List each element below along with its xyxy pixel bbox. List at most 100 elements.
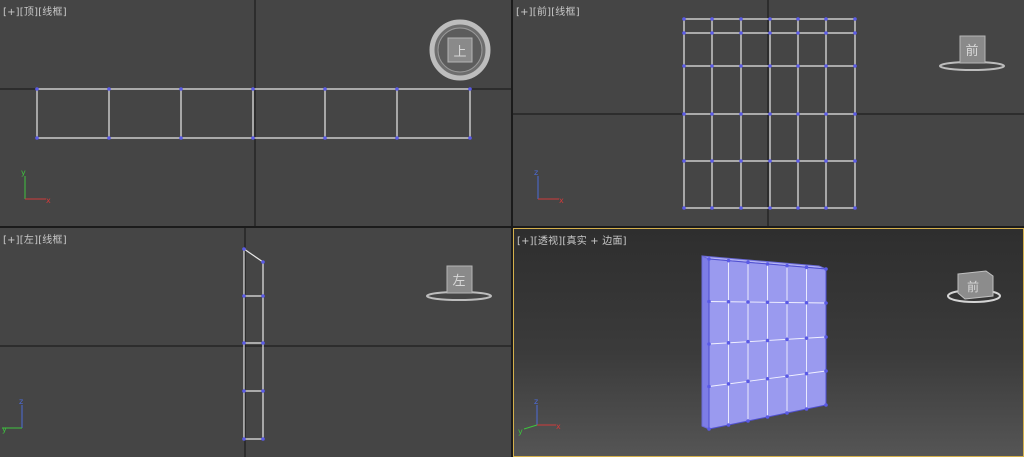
mesh-vertex: [726, 382, 731, 386]
mesh-vertex: [824, 31, 828, 35]
mesh-vertex: [707, 427, 711, 431]
viewport-label: [+][顶][线框]: [3, 3, 67, 18]
mesh-vertex: [261, 437, 265, 441]
mesh-vertex: [785, 337, 789, 342]
mesh-vertex: [765, 376, 770, 381]
mesh-vertex: [682, 159, 686, 163]
mesh-vertex: [323, 136, 327, 140]
axis-x-label: x: [556, 422, 561, 431]
mesh-vertex: [746, 419, 750, 423]
wire-mesh[interactable]: [242, 247, 265, 441]
viewport-shading-menu[interactable]: [线框]: [551, 7, 580, 18]
mesh-vertex: [824, 403, 828, 407]
viewport-shading-menu[interactable]: [线框]: [38, 7, 67, 18]
viewcube[interactable]: 左: [426, 265, 492, 301]
mesh-vertex: [707, 384, 711, 389]
mesh-vertex: [710, 206, 714, 210]
mesh-vertex: [853, 112, 857, 116]
mesh-vertex: [707, 342, 711, 346]
axis-tripod: y x: [21, 168, 51, 205]
viewport-top-canvas: 上 y x: [0, 0, 511, 226]
mesh-vertex: [710, 64, 714, 68]
axis-x-label: x: [46, 196, 51, 205]
wire-mesh[interactable]: [35, 87, 472, 140]
viewport-front[interactable]: 前 z x [+][前][线框]: [513, 0, 1024, 226]
viewport-view-menu[interactable]: [顶]: [20, 7, 38, 18]
viewport-view-menu[interactable]: [透视]: [534, 236, 563, 247]
mesh-vertex: [242, 341, 246, 345]
viewcube-face-label: 前: [967, 279, 979, 294]
mesh-side-face: [701, 255, 710, 430]
mesh-vertex: [853, 159, 857, 163]
mesh-vertex: [179, 136, 183, 140]
mesh-vertex: [824, 17, 828, 21]
viewport-label: [+][左][线框]: [3, 231, 67, 246]
mesh-vertex: [242, 294, 246, 298]
mesh-vertex: [746, 300, 750, 304]
mesh-vertex: [710, 159, 714, 163]
axis-z-label: z: [534, 397, 538, 406]
mesh-vertex: [739, 64, 743, 68]
mesh-vertex: [824, 267, 828, 271]
wire-mesh[interactable]: [682, 17, 857, 210]
axis-y-label: y: [518, 427, 523, 436]
mesh-vertex: [682, 31, 686, 35]
mesh-vertex: [768, 64, 772, 68]
viewport-label: [+][前][线框]: [516, 3, 580, 18]
mesh-vertex: [710, 17, 714, 21]
viewport-shading-menu[interactable]: [线框]: [38, 235, 67, 246]
mesh-vertex: [251, 87, 255, 91]
axis-y-line: [523, 424, 538, 430]
viewport-shading-menu[interactable]: [真实 + 边面]: [562, 236, 626, 247]
mesh-vertex: [768, 206, 772, 210]
mesh-vertex: [765, 338, 770, 343]
viewport-perspective[interactable]: 前 z x y [+][透视][真实 + 边面]: [513, 228, 1024, 457]
viewport-menu-plus[interactable]: [+]: [3, 235, 20, 246]
mesh-vertex: [765, 300, 770, 305]
viewport-view-menu[interactable]: [左]: [20, 235, 38, 246]
mesh-vertex: [682, 17, 686, 21]
viewcube[interactable]: 上: [429, 19, 491, 81]
mesh-vertex: [710, 31, 714, 35]
viewcube[interactable]: 前: [939, 35, 1005, 71]
mesh-vertex: [796, 206, 800, 210]
viewport-menu-plus[interactable]: [+]: [517, 236, 534, 247]
mesh-vertex: [395, 136, 399, 140]
mesh-vertex: [796, 31, 800, 35]
mesh-vertex: [261, 260, 265, 264]
viewport-menu-plus[interactable]: [+]: [516, 7, 533, 18]
mesh-vertex: [804, 336, 809, 340]
axis-tripod: z x y: [518, 397, 561, 436]
shaded-mesh[interactable]: [701, 255, 828, 431]
mesh-vertex: [739, 159, 743, 163]
axis-z-label: z: [19, 397, 23, 406]
mesh-vertex: [726, 423, 731, 427]
mesh-vertex: [768, 112, 772, 116]
mesh-vertex: [785, 374, 789, 378]
viewport-menu-plus[interactable]: [+]: [3, 7, 20, 18]
mesh-vertex: [804, 371, 809, 376]
mesh-vertex: [853, 64, 857, 68]
mesh-vertex: [35, 136, 39, 140]
mesh-vertex: [768, 31, 772, 35]
viewport-left-canvas: 左 z y: [0, 228, 511, 457]
mesh-vertex: [468, 136, 472, 140]
mesh-vertex: [804, 300, 809, 305]
mesh-vertex: [739, 17, 743, 21]
mesh-vertex: [796, 64, 800, 68]
mesh-vertex: [768, 17, 772, 21]
mesh-vertex: [765, 415, 770, 419]
viewcube-face-label: 上: [453, 45, 466, 60]
mesh-edge: [243, 247, 264, 440]
viewport-label: [+][透视][真实 + 边面]: [517, 232, 627, 247]
viewcube[interactable]: 前: [947, 270, 1001, 303]
mesh-vertex: [707, 257, 711, 261]
viewport-left[interactable]: 左 z y [+][左][线框]: [0, 228, 511, 457]
mesh-vertex: [395, 87, 399, 91]
viewport-top[interactable]: 上 y x [+][顶][线框]: [0, 0, 511, 226]
mesh-vertex: [804, 407, 809, 411]
viewport-view-menu[interactable]: [前]: [533, 7, 551, 18]
mesh-vertex: [35, 87, 39, 91]
mesh-vertex: [323, 87, 327, 91]
mesh-vertex: [707, 299, 711, 304]
